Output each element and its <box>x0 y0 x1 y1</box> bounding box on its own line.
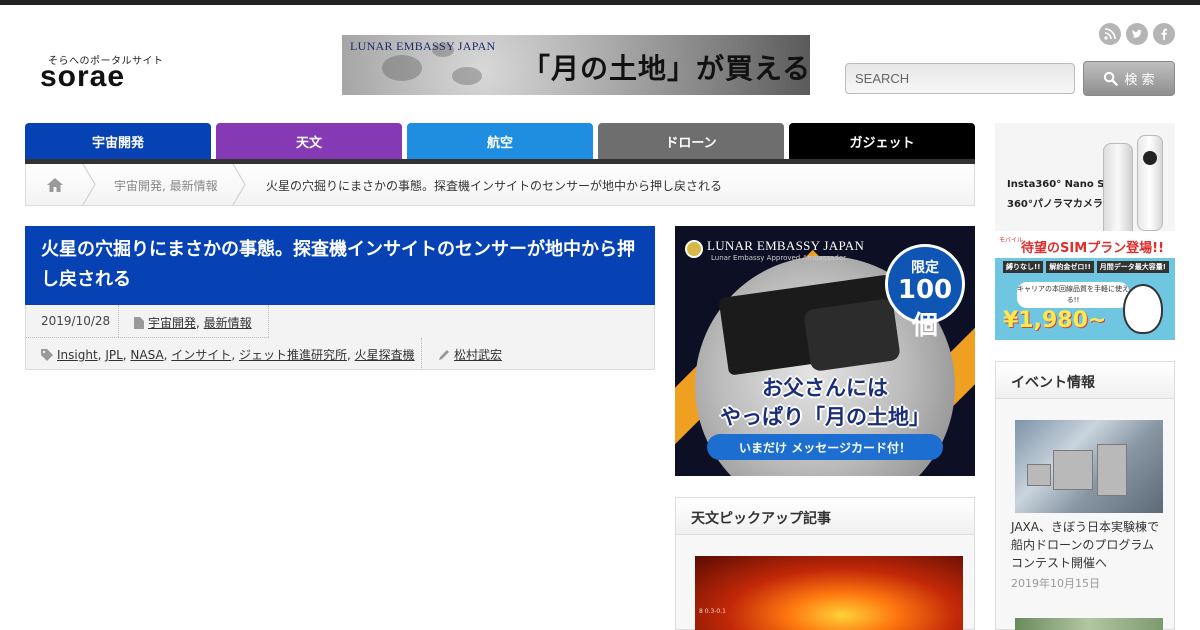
meta-divider <box>421 338 422 370</box>
nav-tab-space-development[interactable]: 宇宙開発 <box>25 123 211 159</box>
camera-ad-line2: 360°パノラマカメラ <box>1007 199 1103 210</box>
astro-pickup-heading: 天文ピックアップ記事 <box>675 497 975 535</box>
camera-ad-line1: Insta360° Nano S <box>1007 179 1105 190</box>
lunar-embassy-ad[interactable]: LUNAR EMBASSY JAPAN Lunar Embassy Approv… <box>675 226 975 476</box>
breadcrumb-home[interactable] <box>26 164 84 205</box>
event-thumbnail[interactable] <box>1015 618 1163 630</box>
author-link[interactable]: 松村武宏 <box>454 348 502 362</box>
nav-tab-gadget[interactable]: ガジェット <box>789 123 975 159</box>
product-wallet <box>803 298 901 372</box>
search-button[interactable]: 検 索 <box>1083 61 1175 96</box>
search-icon <box>1104 71 1119 86</box>
ad-brand-sub: Lunar Embassy Approved Ambassador <box>711 254 847 262</box>
sim-plan-ad[interactable]: モバイル 待望のSIMプラン登場!! 縛りなし!! 解約金ゼロ!! 月間データ最大容… <box>995 232 1175 340</box>
article-meta: 2019/10/28 宇宙開発, 最新情報 Insight, JPL, NASA… <box>25 305 655 370</box>
category-link[interactable]: 宇宙開発 <box>148 316 196 330</box>
category-link[interactable]: 最新情報 <box>204 316 252 330</box>
top-border <box>0 0 1200 5</box>
camera-device <box>1103 143 1133 231</box>
meta-divider <box>118 305 119 337</box>
site-logo[interactable]: そらへのポータルサイト sorae <box>40 50 180 93</box>
article-tags: Insight, JPL, NASA, インサイト, ジェット推進研究所, 火星… <box>41 346 415 363</box>
insta360-ad[interactable]: Insta360° Nano S 360°パノラマカメラ <box>995 123 1175 231</box>
ad-copy-line1: お父さんには <box>762 376 888 400</box>
ad-copy-line2: やっぱり「月の土地」 <box>720 405 930 429</box>
category-nav: 宇宙開発 天文 航空 ドローン ガジェット <box>25 123 975 164</box>
badge-label: 限定 <box>911 260 939 276</box>
logo-wordmark: sorae <box>40 60 126 93</box>
twitter-icon[interactable] <box>1126 23 1148 45</box>
rss-icon[interactable] <box>1099 23 1121 45</box>
banner-headline: 「月の土地」が買える！ <box>522 52 810 85</box>
tag-link[interactable]: インサイト <box>171 348 231 362</box>
top-banner-ad[interactable]: LUNAR EMBASSY JAPAN 「月の土地」が買える！ <box>342 35 810 95</box>
astro-pickup-thumbnail[interactable]: 8 0.3-0.1 <box>695 556 963 630</box>
station-module <box>1053 450 1093 490</box>
sim-ad-chips: 縛りなし!! 解約金ゼロ!! 月間データ最大容量! <box>1003 261 1172 273</box>
nav-tab-aviation[interactable]: 航空 <box>407 123 593 159</box>
event-title[interactable]: JAXA、きぼう日本実験棟で船内ドローンのプログラムコンテスト開催へ <box>1011 518 1161 572</box>
moon-crater <box>452 67 482 85</box>
event-thumbnail[interactable] <box>1015 420 1163 513</box>
station-module <box>1097 444 1127 496</box>
article-categories: 宇宙開発, 最新情報 <box>134 314 252 331</box>
sim-chip: 月間データ最大容量! <box>1096 261 1169 273</box>
breadcrumb-separator <box>82 164 96 205</box>
home-icon <box>47 177 63 192</box>
sim-ad-small: モバイル <box>999 237 1024 244</box>
event-date: 2019年10月15日 <box>1011 577 1100 590</box>
station-module <box>1027 464 1051 486</box>
tag-link[interactable]: Insight <box>57 348 98 362</box>
tag-link[interactable]: JPL <box>105 348 122 362</box>
breadcrumb-category[interactable]: 宇宙開発, 最新情報 <box>114 177 218 194</box>
breadcrumb: 宇宙開発, 最新情報 火星の穴掘りにまさかの事態。探査機インサイトのセンサーが地… <box>25 164 975 206</box>
tag-link[interactable]: 火星探査機 <box>355 348 415 362</box>
camera-lens <box>1143 151 1157 165</box>
sim-ad-headline: 待望のSIMプラン登場!! <box>1021 241 1164 256</box>
sim-ad-copy: キャリアの本回線品質を手軽に使える!! <box>1017 282 1129 308</box>
ad-brand: LUNAR EMBASSY JAPAN <box>707 238 865 253</box>
document-icon <box>134 317 144 329</box>
nav-tab-drone[interactable]: ドローン <box>598 123 784 159</box>
meta-divider <box>26 337 269 338</box>
nav-tab-astronomy[interactable]: 天文 <box>216 123 402 159</box>
events-heading: イベント情報 <box>995 361 1175 399</box>
limited-badge: 限定 100個 <box>885 244 965 341</box>
breadcrumb-separator <box>232 164 246 205</box>
tag-link[interactable]: NASA <box>130 348 163 362</box>
sim-chip: 縛りなし!! <box>1003 261 1044 273</box>
tag-link[interactable]: ジェット推進研究所 <box>239 348 347 362</box>
sim-ad-price: ¥1,980~ <box>1003 308 1107 333</box>
penguin-mascot <box>1123 284 1163 334</box>
moon-crater <box>382 55 422 81</box>
breadcrumb-current: 火星の穴掘りにまさかの事態。探査機インサイトのセンサーが地中から押し戻される <box>266 179 723 193</box>
camera-device <box>1137 135 1163 231</box>
embassy-emblem <box>685 240 703 258</box>
thumbnail-caption: 8 0.3-0.1 <box>699 608 726 615</box>
badge-count: 100個 <box>897 275 953 341</box>
ad-cta-pill: いまだけ メッセージカード付！ <box>707 434 943 460</box>
search-input[interactable] <box>845 63 1075 94</box>
article-author: 松村武宏 <box>438 346 502 363</box>
banner-brand: LUNAR EMBASSY JAPAN <box>350 39 496 53</box>
meta-divider <box>268 305 269 337</box>
tag-icon <box>41 349 53 361</box>
pencil-icon <box>439 350 449 360</box>
facebook-icon[interactable] <box>1153 23 1175 45</box>
article-date: 2019/10/28 <box>41 314 111 328</box>
sim-chip: 解約金ゼロ!! <box>1046 261 1094 273</box>
article-title: 火星の穴掘りにまさかの事態。探査機インサイトのセンサーが地中から押し戻される <box>25 226 655 305</box>
search-button-label: 検 索 <box>1124 73 1155 88</box>
